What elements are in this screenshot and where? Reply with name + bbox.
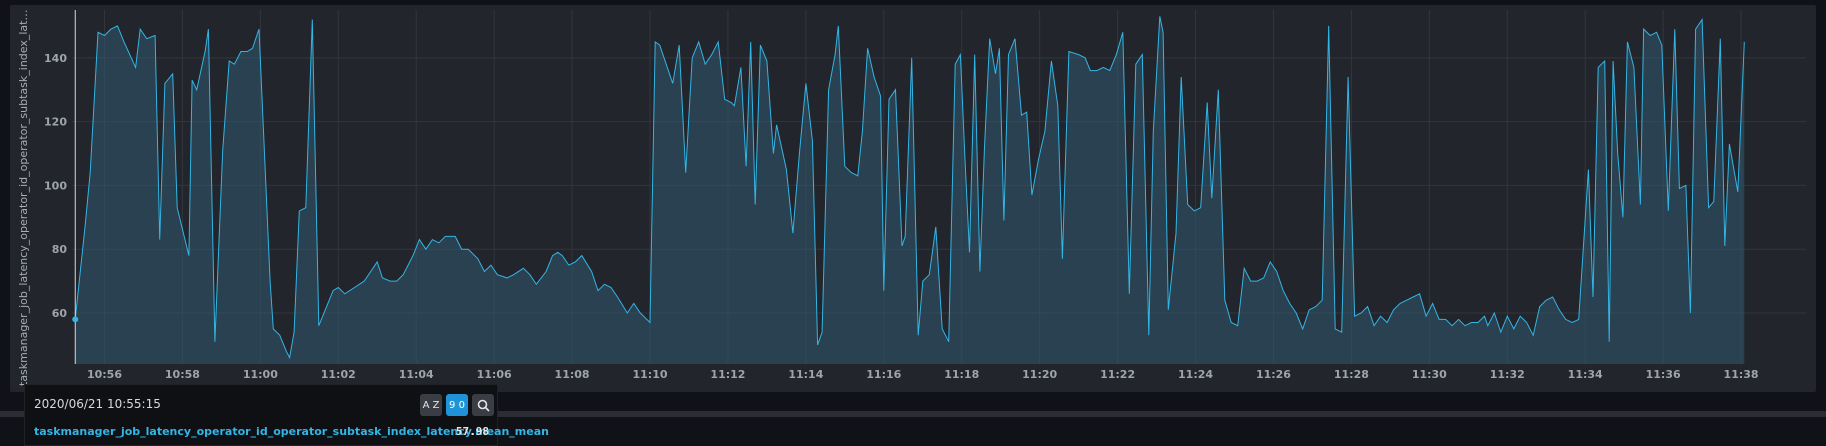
y-tick-label: 120 [44, 116, 67, 129]
sort-value-icon: 9 0 [449, 399, 465, 411]
x-tick-label: 11:08 [555, 368, 590, 381]
x-tick-label: 11:18 [944, 368, 979, 381]
x-tick-label: 11:14 [788, 368, 823, 381]
search-button[interactable] [472, 394, 494, 416]
x-tick-label: 11:32 [1490, 368, 1525, 381]
search-icon [477, 399, 490, 412]
y-tick-label: 140 [44, 52, 67, 65]
x-tick-label: 11:38 [1724, 368, 1759, 381]
x-tick-label: 11:00 [243, 368, 278, 381]
x-tick-label: 10:58 [165, 368, 200, 381]
x-tick-label: 11:30 [1412, 368, 1447, 381]
x-tick-label: 11:12 [710, 368, 745, 381]
x-tick-label: 10:56 [87, 368, 122, 381]
y-tick-label: 60 [52, 307, 68, 320]
latency-chart[interactable]: 60 80 100 120 140 10:56 10:58 11:00 11:02 11:04 1… [0, 0, 1826, 392]
x-tick-label: 11:16 [866, 368, 901, 381]
y-axis-label: taskmanager_job_latency_operator_id_oper… [17, 6, 30, 386]
tooltip-series-value: 57.98 [455, 425, 489, 438]
x-tick-label: 11:34 [1568, 368, 1603, 381]
x-tick-label: 11:10 [632, 368, 667, 381]
series-area [75, 16, 1745, 365]
sort-alpha-button[interactable]: A Z [420, 394, 442, 416]
x-tick-label: 11:06 [477, 368, 512, 381]
x-tick-label: 11:36 [1646, 368, 1681, 381]
x-tick-label: 11:28 [1334, 368, 1369, 381]
tooltip-timestamp: 2020/06/21 10:55:15 [34, 397, 161, 411]
hover-point [72, 316, 79, 323]
y-tick-label: 100 [44, 179, 67, 192]
x-tick-label: 11:24 [1178, 368, 1213, 381]
x-tick-label: 11:22 [1100, 368, 1135, 381]
x-tick-label: 11:26 [1256, 368, 1291, 381]
x-tick-label: 11:20 [1022, 368, 1057, 381]
x-tick-label: 11:02 [321, 368, 356, 381]
sort-value-button[interactable]: 9 0 [446, 394, 468, 416]
y-tick-label: 80 [52, 243, 68, 256]
graph-tooltip: 2020/06/21 10:55:15 A Z 9 0 taskmanager_… [24, 384, 549, 446]
sort-alpha-icon: A Z [422, 399, 440, 411]
x-tick-label: 11:04 [399, 368, 434, 381]
